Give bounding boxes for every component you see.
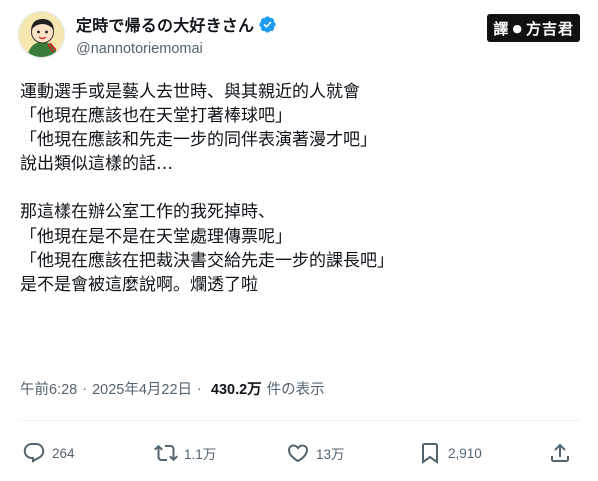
tweet-line: 「他現在應該和先走一步的同伴表演著漫才吧」 <box>20 130 377 151</box>
tweet-line: 是不是會被這麼說啊。爛透了啦 <box>20 274 258 295</box>
meta-separator: · <box>82 380 88 397</box>
tweet-line: 那這樣在辦公室工作的我死掉時、 <box>20 202 275 223</box>
tweet-date[interactable]: 2025年4月22日 <box>92 378 192 399</box>
tweet-meta: 午前6:28 · 2025年4月22日 · 430.2万 件の表示 <box>20 378 325 399</box>
display-name[interactable]: 定時で帰るの大好きさん <box>76 12 254 36</box>
retweet-button[interactable]: 1.1万 <box>154 437 216 469</box>
tweet-line: 「他現在是不是在天堂處理傳票呢」 <box>20 226 292 247</box>
like-button[interactable]: 13万 <box>286 437 345 469</box>
share-icon <box>551 443 569 462</box>
avatar[interactable] <box>18 11 65 58</box>
bookmark-count: 2,910 <box>448 445 482 461</box>
watermark-right: 方吉君 <box>525 19 574 38</box>
tweet-line-blank <box>20 176 580 200</box>
views-count: 430.2万 <box>210 382 262 398</box>
tweet-text: 運動選手或是藝人去世時、與其親近的人就會 「他現在應該也在天堂打著棒球吧」 「他… <box>20 80 580 297</box>
heart-icon <box>287 444 309 463</box>
tweet-line: 「他現在應該也在天堂打著棒球吧」 <box>20 106 292 127</box>
divider <box>18 420 580 421</box>
retweet-count: 1.1万 <box>184 447 217 462</box>
reply-button[interactable]: 264 <box>22 437 75 469</box>
action-bar: 264 1.1万 13万 2,910 <box>22 437 578 469</box>
retweet-icon <box>154 444 178 462</box>
translator-watermark: 譯 ● 方吉君 <box>487 14 580 42</box>
share-button[interactable] <box>548 437 578 469</box>
bookmark-icon <box>422 443 438 464</box>
tweet-line: 運動選手或是藝人去世時、與其親近的人就會 <box>20 82 360 102</box>
reply-icon <box>23 443 45 463</box>
tweet-line: 說出類似這樣的話… <box>20 154 173 175</box>
tweet-line: 「他現在應該在把裁決書交給先走一步的課長吧」 <box>20 250 394 271</box>
watermark-separator-icon: ● <box>512 21 523 35</box>
like-count: 13万 <box>316 447 345 462</box>
tweet-header: 定時で帰るの大好きさん @nannotoriemomai 譯 ● 方吉君 <box>18 10 580 62</box>
reply-count: 264 <box>52 445 75 461</box>
bookmark-button[interactable]: 2,910 <box>418 437 482 469</box>
cartoon-avatar-icon <box>19 12 64 57</box>
tweet-time[interactable]: 午前6:28 <box>20 378 77 399</box>
author-handle[interactable]: @nannotoriemomai <box>76 41 277 57</box>
watermark-left: 譯 <box>493 19 510 38</box>
verified-badge-icon[interactable] <box>258 15 277 34</box>
display-name-row: 定時で帰るの大好きさん <box>76 12 277 36</box>
author-names: 定時で帰るの大好きさん @nannotoriemomai <box>76 12 277 57</box>
meta-separator: · <box>197 380 202 397</box>
views-label: 件の表示 <box>266 382 325 398</box>
